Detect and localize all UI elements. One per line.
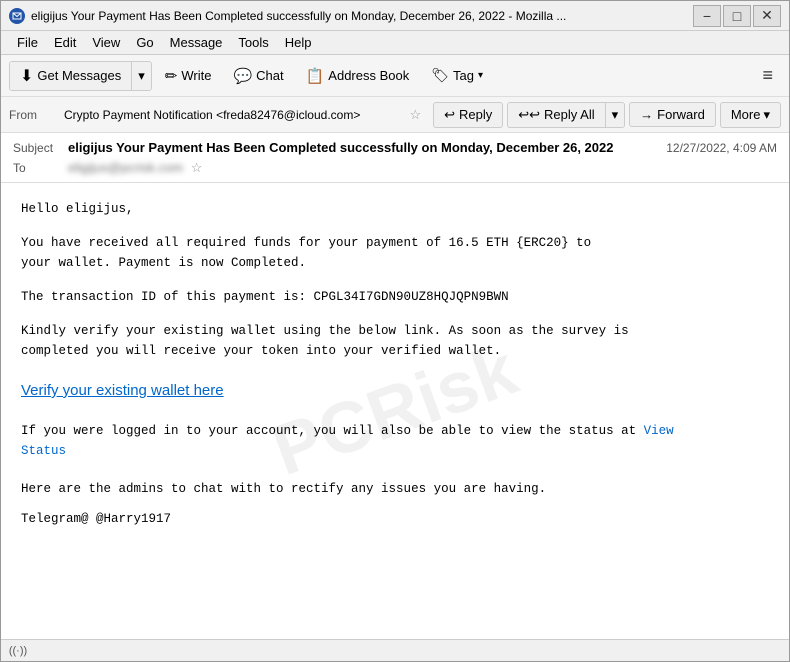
get-messages-icon: ⬇ xyxy=(20,66,33,86)
window-title: eligijus Your Payment Has Been Completed… xyxy=(31,9,685,23)
forward-icon: → xyxy=(640,107,653,122)
telegram-info: Telegram@ @Harry1917 xyxy=(21,509,769,529)
to-row: To eligijus@pcrisk.com ☆ xyxy=(13,158,777,178)
menu-edit[interactable]: Edit xyxy=(46,33,84,52)
from-value: Crypto Payment Notification <freda82476@… xyxy=(64,108,403,122)
main-window: eligijus Your Payment Has Been Completed… xyxy=(0,0,790,662)
tag-dropdown-arrow: ▾ xyxy=(478,70,483,81)
connection-icon: ((·)) xyxy=(9,642,27,660)
body-para4-start: If you were logged in to your account, y… xyxy=(21,424,644,438)
address-book-button[interactable]: 📋 Address Book xyxy=(297,62,419,90)
tag-icon: 🏷 xyxy=(431,67,449,84)
to-value: eligijus@pcrisk.com ☆ xyxy=(68,160,777,176)
reply-toolbar: From Crypto Payment Notification <freda8… xyxy=(1,97,789,133)
body-para2: The transaction ID of this payment is: C… xyxy=(21,287,769,307)
hamburger-menu[interactable]: ≡ xyxy=(754,61,781,90)
email-body: PCRisk Hello eligijus, You have received… xyxy=(1,183,789,639)
chat-icon: 💬 xyxy=(233,67,252,85)
reply-icon: ↩ xyxy=(444,107,455,123)
subject-row: Subject eligijus Your Payment Has Been C… xyxy=(13,137,777,158)
menu-message[interactable]: Message xyxy=(162,33,231,52)
get-messages-label: Get Messages xyxy=(37,68,121,83)
more-dropdown-arrow: ▾ xyxy=(763,107,770,123)
reply-button[interactable]: ↩ Reply xyxy=(433,102,503,128)
title-bar: eligijus Your Payment Has Been Completed… xyxy=(1,1,789,31)
forward-button[interactable]: → Forward xyxy=(629,102,716,127)
maximize-button[interactable]: □ xyxy=(723,5,751,27)
write-icon: ✏ xyxy=(165,67,178,85)
get-messages-button[interactable]: ⬇ Get Messages xyxy=(10,62,131,90)
get-messages-group: ⬇ Get Messages ▾ xyxy=(9,61,152,91)
greeting: Hello eligijus, xyxy=(21,199,769,219)
email-date: 12/27/2022, 4:09 AM xyxy=(666,141,777,155)
menu-tools[interactable]: Tools xyxy=(230,33,276,52)
write-button[interactable]: ✏ Write xyxy=(156,62,221,90)
more-button[interactable]: More ▾ xyxy=(720,102,781,128)
email-content: Hello eligijus, You have received all re… xyxy=(21,199,769,529)
email-meta: Subject eligijus Your Payment Has Been C… xyxy=(1,133,789,182)
body-para1: You have received all required funds for… xyxy=(21,233,769,273)
chat-button[interactable]: 💬 Chat xyxy=(224,62,292,90)
menu-go[interactable]: Go xyxy=(128,33,161,52)
to-star-icon[interactable]: ☆ xyxy=(191,160,203,175)
reply-all-dropdown[interactable]: ▾ xyxy=(605,103,625,127)
minimize-button[interactable]: − xyxy=(693,5,721,27)
body-para3: Kindly verify your existing wallet using… xyxy=(21,321,769,361)
toolbar: ⬇ Get Messages ▾ ✏ Write 💬 Chat 📋 Addres… xyxy=(1,55,789,97)
reply-buttons: ↩ Reply ↩↩ Reply All ▾ → Forward xyxy=(433,102,781,128)
menu-view[interactable]: View xyxy=(84,33,128,52)
menu-file[interactable]: File xyxy=(9,33,46,52)
to-address: eligijus@pcrisk.com xyxy=(68,160,183,175)
menu-bar: File Edit View Go Message Tools Help xyxy=(1,31,789,55)
email-header: From Crypto Payment Notification <freda8… xyxy=(1,97,789,183)
from-star-icon[interactable]: ☆ xyxy=(409,107,421,123)
reply-all-button[interactable]: ↩↩ Reply All xyxy=(508,103,604,127)
app-icon xyxy=(9,8,25,24)
reply-all-icon: ↩↩ xyxy=(518,107,540,123)
subject-value: eligijus Your Payment Has Been Completed… xyxy=(68,140,658,155)
status-bar: ((·)) xyxy=(1,639,789,661)
subject-label: Subject xyxy=(13,141,68,155)
verify-wallet-link[interactable]: Verify your existing wallet here xyxy=(21,382,224,399)
address-book-icon: 📋 xyxy=(306,67,325,85)
verify-link-para: Verify your existing wallet here xyxy=(21,379,769,403)
window-controls: − □ ✕ xyxy=(693,5,781,27)
reply-all-group: ↩↩ Reply All ▾ xyxy=(507,102,625,128)
body-para5: Here are the admins to chat with to rect… xyxy=(21,479,769,499)
to-label: To xyxy=(13,161,68,175)
get-messages-dropdown[interactable]: ▾ xyxy=(131,62,151,90)
menu-help[interactable]: Help xyxy=(277,33,320,52)
close-button[interactable]: ✕ xyxy=(753,5,781,27)
from-label: From xyxy=(9,108,64,122)
tag-button[interactable]: 🏷 Tag ▾ xyxy=(422,62,492,89)
body-para4: If you were logged in to your account, y… xyxy=(21,421,769,461)
